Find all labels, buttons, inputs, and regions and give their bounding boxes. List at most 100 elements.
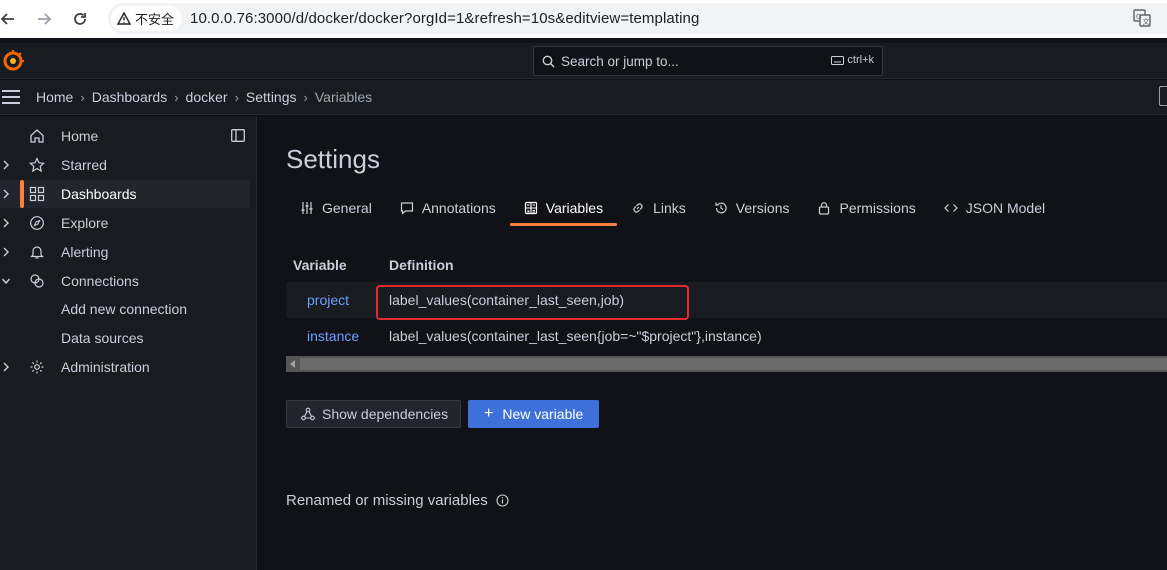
security-label: 不安全 (135, 12, 175, 27)
tab-label: Links (653, 200, 686, 216)
sidebar-item-label: Administration (61, 359, 150, 375)
grafana-logo-icon[interactable] (2, 50, 24, 72)
page-title: Settings (286, 144, 380, 174)
toolbar-button-partial[interactable] (1159, 86, 1167, 106)
graph-icon (301, 407, 315, 421)
lock-icon (819, 202, 830, 215)
variable-name-link[interactable]: instance (307, 328, 359, 344)
cog-icon (30, 360, 44, 374)
chevron-right-icon[interactable] (1, 187, 11, 201)
tab-label: Versions (735, 200, 790, 216)
tab-label: General (322, 200, 372, 216)
search-input[interactable]: Search or jump to... ctrl+k (533, 46, 883, 76)
calculator-icon (524, 201, 537, 215)
info-icon[interactable] (496, 494, 509, 507)
svg-text:文: 文 (1143, 17, 1150, 26)
sidebar-item-data-sources[interactable]: Data sources (0, 324, 250, 352)
sidebar-item-label: Home (61, 128, 99, 144)
sidebar-item-connections[interactable]: Connections (0, 267, 250, 295)
tab-variables[interactable]: Variables (509, 193, 618, 226)
keyboard-shortcut: ctrl+k (831, 54, 874, 66)
new-variable-button[interactable]: + New variable (468, 400, 599, 428)
renamed-section-title: Renamed or missing variables (286, 492, 488, 509)
warning-icon (117, 12, 131, 25)
tab-versions[interactable]: Versions (700, 193, 804, 223)
menu-icon[interactable] (2, 90, 20, 109)
breadcrumb-settings[interactable]: Settings (246, 89, 297, 105)
variables-table: Variable Definition project label_values… (286, 249, 1167, 372)
bell-icon (30, 246, 44, 259)
chevron-right-icon: › (174, 89, 179, 105)
sidebar-item-label: Connections (61, 273, 139, 289)
active-indicator (20, 180, 24, 208)
show-dependencies-label: Show dependencies (322, 406, 449, 422)
plus-icon: + (484, 405, 494, 422)
breadcrumb: Home › Dashboards › docker › Settings › … (36, 89, 372, 105)
tab-links[interactable]: Links (617, 193, 700, 223)
sidebar-item-explore[interactable]: Explore (0, 209, 250, 237)
history-icon (715, 202, 727, 214)
tab-label: Permissions (839, 200, 916, 216)
tab-annotations[interactable]: Annotations (386, 193, 510, 223)
breadcrumb-variables: Variables (314, 89, 373, 105)
sidebar-item-label: Data sources (61, 330, 144, 346)
comment-icon (400, 202, 413, 215)
sidebar-item-dashboards[interactable]: Dashboards (0, 180, 250, 208)
keyboard-icon (831, 55, 845, 65)
scrollbar-thumb[interactable] (300, 358, 1167, 370)
search-icon (542, 55, 555, 67)
sidebar-item-label: Add new connection (61, 301, 188, 317)
code-icon (943, 204, 958, 212)
breadcrumb-home[interactable]: Home (36, 89, 73, 105)
breadcrumb-docker[interactable]: docker (186, 89, 228, 105)
chevron-right-icon[interactable] (1, 245, 11, 259)
chevron-right-icon[interactable] (1, 360, 11, 374)
show-dependencies-button[interactable]: Show dependencies (286, 400, 461, 428)
column-header-definition: Definition (389, 257, 454, 273)
table-row[interactable]: instance label_values(container_last_see… (286, 318, 1167, 354)
reload-icon[interactable] (68, 7, 92, 31)
main-content: Settings General Annotations Variables L… (258, 116, 1167, 570)
chevron-right-icon[interactable] (1, 158, 11, 172)
tab-label: JSON Model (965, 200, 1046, 216)
forward-icon[interactable] (32, 7, 56, 31)
link-icon (633, 203, 643, 213)
sidebar-item-add-new-connection[interactable]: Add new connection (0, 295, 250, 323)
highlight-annotation (376, 285, 689, 320)
sidebar-item-administration[interactable]: Administration (0, 353, 250, 381)
chevron-down-icon[interactable] (1, 274, 11, 288)
breadcrumb-bar: Home › Dashboards › docker › Settings › … (0, 80, 1167, 115)
svg-text:G: G (1136, 13, 1141, 21)
home-icon (30, 129, 44, 143)
table-header: Variable Definition (286, 249, 1167, 281)
sidebar-item-label: Explore (61, 215, 109, 231)
column-header-variable: Variable (293, 257, 347, 273)
back-icon[interactable] (0, 7, 20, 31)
sidebar-item-home[interactable]: Home (0, 122, 250, 150)
sidebar-item-alerting[interactable]: Alerting (0, 238, 250, 266)
tab-label: Variables (545, 200, 604, 216)
chevron-right-icon: › (234, 89, 239, 105)
translate-icon[interactable]: G文 (1133, 9, 1151, 32)
app-header: Search or jump to... ctrl+k (0, 43, 1167, 79)
tab-permissions[interactable]: Permissions (803, 193, 929, 223)
url-text[interactable]: 10.0.0.76:3000/d/docker/docker?orgId=1&r… (190, 10, 699, 27)
chevron-right-icon[interactable] (1, 216, 11, 230)
sidebar: Home Starred Dashboards Explore Alerting… (0, 116, 257, 570)
search-placeholder: Search or jump to... (561, 53, 679, 69)
scroll-left-icon[interactable] (290, 360, 295, 368)
horizontal-scrollbar[interactable] (286, 356, 1167, 372)
chevron-right-icon: › (80, 89, 85, 105)
tab-general[interactable]: General (286, 193, 386, 223)
settings-tabs: General Annotations Variables Links Vers… (286, 193, 1059, 226)
address-bar[interactable]: 不安全 10.0.0.76:3000/d/docker/docker?orgId… (108, 3, 1167, 34)
breadcrumb-dashboards[interactable]: Dashboards (92, 89, 168, 105)
security-indicator[interactable]: 不安全 (111, 6, 183, 31)
table-row[interactable]: project label_values(container_last_seen… (286, 282, 1167, 320)
sidebar-item-starred[interactable]: Starred (0, 151, 250, 179)
star-icon (29, 157, 45, 173)
tab-json-model[interactable]: JSON Model (930, 193, 1059, 223)
sidebar-item-label: Dashboards (61, 186, 137, 202)
new-variable-label: New variable (502, 406, 584, 422)
variable-name-link[interactable]: project (307, 292, 349, 308)
